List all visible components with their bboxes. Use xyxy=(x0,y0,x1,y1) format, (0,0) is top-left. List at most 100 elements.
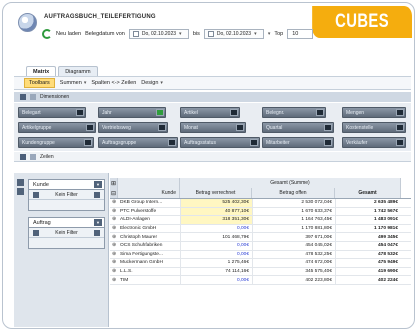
dimension-pill[interactable]: Belegart xyxy=(18,107,86,118)
dimension-pill[interactable]: Auftragsgruppe xyxy=(98,137,178,148)
expand-icon[interactable]: ⊕ xyxy=(110,233,118,241)
filter-dropdown-icon[interactable] xyxy=(86,124,94,131)
expand-all-icon[interactable]: ⊞ xyxy=(110,178,118,188)
cell-offen[interactable]: 474 672,00€ xyxy=(252,259,335,267)
filter-dropdown-icon[interactable] xyxy=(324,124,332,131)
dimension-pill[interactable]: Artikelgruppe xyxy=(18,122,96,133)
cell-offen[interactable]: 345 575,40€ xyxy=(252,267,335,276)
dimension-pill[interactable]: Quartal xyxy=(262,122,334,133)
table-row[interactable]: ⊕ PTC Pulverstoffe 40 877,10€ 1 670 633,37€… xyxy=(110,207,411,217)
summen-menu[interactable]: Summen ▾ xyxy=(60,80,87,86)
row-header-cell[interactable]: Kunde xyxy=(118,188,180,198)
date-from-checkbox[interactable] xyxy=(132,31,139,37)
dimension-pill[interactable]: Belegnr. xyxy=(262,107,326,118)
grid-icon[interactable] xyxy=(30,94,36,100)
cell-offen[interactable]: 1 670 633,37€ xyxy=(252,207,335,216)
reload-button[interactable]: Neu laden xyxy=(56,31,81,37)
dimension-pill[interactable]: Jahr xyxy=(98,107,166,118)
expand-icon[interactable]: ⊕ xyxy=(110,225,118,233)
cell-gesamt[interactable]: 499 345€ xyxy=(335,233,401,241)
cell-gesamt[interactable]: 402 224€ xyxy=(335,276,401,284)
filter-dropdown-icon[interactable] xyxy=(250,139,258,146)
expand-icon[interactable]: ⊕ xyxy=(110,268,118,276)
table-row[interactable]: ⊕ Sima Fertigungste... 0,00€ 478 532,25€ 478… xyxy=(110,250,411,260)
table-row[interactable]: ⊕ TIM 0,00€ 402 223,80€ 402 224€ xyxy=(110,276,411,285)
dimension-pill[interactable]: Monat xyxy=(180,122,246,133)
cell-offen[interactable]: 454 045,02€ xyxy=(252,241,335,250)
chevron-down-icon[interactable]: ▼ xyxy=(94,181,102,188)
table-row[interactable]: ⊕ DKB Group Intern... 525 402,30€ 2 530 072… xyxy=(110,199,411,208)
filter-dropdown-icon[interactable] xyxy=(236,124,244,131)
dimension-pill[interactable]: Auftragsstatus xyxy=(180,137,260,148)
cell-verrechnet[interactable]: 0,00€ xyxy=(180,250,252,259)
date-to-field[interactable]: Do, 02.10.2023 ▾ xyxy=(203,29,264,39)
toggle-icon[interactable] xyxy=(20,94,26,100)
grid-icon[interactable] xyxy=(30,153,36,160)
expand-icon[interactable]: ⊕ xyxy=(110,251,118,259)
filter-dropdown-icon[interactable] xyxy=(396,109,404,116)
date-from-field[interactable]: Do, 02.10.2023 ▾ xyxy=(128,29,189,39)
filter-dropdown-icon[interactable] xyxy=(84,139,92,146)
filter-auftrag[interactable]: Auftrag ▼ Kein Filter xyxy=(28,217,105,249)
filter-header[interactable]: Auftrag ▼ xyxy=(29,218,104,228)
dimension-pill[interactable]: Verkäufer xyxy=(342,137,406,148)
tab-diagramm[interactable]: Diagramm xyxy=(58,66,98,76)
cell-offen[interactable]: 397 671,00€ xyxy=(252,233,335,241)
table-row[interactable]: ⊕ ALDI-Anlagen 318 351,30€ 1 164 763,45€ 1 4… xyxy=(110,216,411,225)
filter-kunde[interactable]: Kunde ▼ Kein Filter xyxy=(28,179,105,211)
collapse-icon[interactable]: ⊟ xyxy=(110,188,118,198)
expand-icon[interactable]: ⊕ xyxy=(110,259,118,267)
dimension-pill[interactable]: Vertriebsweg xyxy=(98,122,168,133)
expand-icon[interactable]: ⊕ xyxy=(110,208,118,216)
dimension-pill[interactable]: Mitarbeiter xyxy=(262,137,334,148)
date-to-checkbox[interactable] xyxy=(207,31,214,37)
filter-dropdown-icon[interactable] xyxy=(156,109,164,116)
chevron-down-icon[interactable]: ▾ xyxy=(268,31,271,37)
cell-gesamt[interactable]: 1 742 567€ xyxy=(335,207,401,216)
design-menu[interactable]: Design ▾ xyxy=(141,80,163,86)
cell-offen[interactable]: 2 530 072,04€ xyxy=(252,199,335,207)
swap-rows-columns-button[interactable]: Spalten <-> Zeilen xyxy=(91,80,136,86)
chevron-down-icon[interactable]: ▾ xyxy=(254,31,257,37)
cell-gesamt[interactable]: 478 532€ xyxy=(335,250,401,259)
cell-verrechnet[interactable]: 101 468,79€ xyxy=(180,233,252,241)
filter-dropdown-icon[interactable] xyxy=(324,139,332,146)
cell-verrechnet[interactable]: 0,00€ xyxy=(180,224,252,233)
top-input[interactable]: 10 xyxy=(287,29,314,39)
cell-gesamt[interactable]: 475 949€ xyxy=(335,259,401,267)
cell-offen[interactable]: 1 170 881,80€ xyxy=(252,224,335,233)
expand-icon[interactable]: ⊕ xyxy=(110,242,118,250)
dimension-pill[interactable]: Kostenstelle xyxy=(342,122,406,133)
cell-verrechnet[interactable]: 0,00€ xyxy=(180,241,252,250)
toolbars-button[interactable]: Toolbars xyxy=(24,78,55,88)
filter-value-row[interactable]: Kein Filter xyxy=(29,228,104,238)
dimension-pill[interactable]: Kundengruppe xyxy=(18,137,94,148)
cell-verrechnet[interactable]: 525 402,30€ xyxy=(180,199,252,207)
cell-gesamt[interactable]: 454 047€ xyxy=(335,241,401,250)
cell-offen[interactable]: 1 164 763,45€ xyxy=(252,216,335,224)
expand-icon[interactable]: ⊕ xyxy=(110,276,118,284)
cell-gesamt[interactable]: 419 690€ xyxy=(335,267,401,276)
column-header-verrechnet[interactable]: Betrag verrechnet xyxy=(180,188,252,198)
expand-icon[interactable]: ⊕ xyxy=(110,216,118,224)
filter-dropdown-icon[interactable] xyxy=(396,139,404,146)
cell-gesamt[interactable]: 1 170 981€ xyxy=(335,224,401,233)
filter-dropdown-icon[interactable] xyxy=(396,124,404,131)
panel-tool-icon[interactable] xyxy=(17,179,24,186)
dimension-pill[interactable]: Mengen xyxy=(342,107,406,118)
cell-verrechnet[interactable]: 1 275,46€ xyxy=(180,259,252,267)
column-header-gesamt[interactable]: Gesamt xyxy=(335,188,401,198)
cell-offen[interactable]: 402 223,80€ xyxy=(252,276,335,284)
filter-dropdown-icon[interactable] xyxy=(76,109,84,116)
cell-gesamt[interactable]: 1 483 091€ xyxy=(335,216,401,224)
toggle-icon[interactable] xyxy=(20,153,26,160)
column-header-offen[interactable]: Betrag offen xyxy=(252,188,335,198)
refresh-icon[interactable] xyxy=(42,29,52,39)
table-row[interactable]: ⊕ Muckermann GmbH 1 275,46€ 474 672,00€ 475 … xyxy=(110,259,411,268)
table-row[interactable]: ⊕ L.L.S. 74 114,16€ 345 575,40€ 419 690€ xyxy=(110,267,411,277)
dimension-pill[interactable]: Artikel xyxy=(180,107,240,118)
filter-dropdown-icon[interactable] xyxy=(158,124,166,131)
expand-icon[interactable]: ⊕ xyxy=(110,199,118,207)
cell-verrechnet[interactable]: 74 114,16€ xyxy=(180,267,252,276)
cell-verrechnet[interactable]: 0,00€ xyxy=(180,276,252,284)
